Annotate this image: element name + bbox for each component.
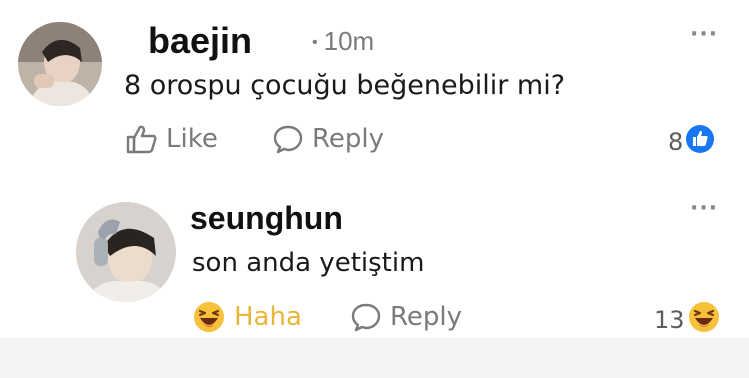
comment-seunghun: seunghun ··· son anda yetiştim Haha Repl… <box>0 180 749 338</box>
haha-label: Haha <box>234 302 302 332</box>
haha-reaction-button[interactable]: Haha <box>192 300 302 334</box>
bottom-strip <box>0 338 749 378</box>
username[interactable]: baejin <box>148 20 252 62</box>
avatar[interactable] <box>76 202 176 302</box>
speech-bubble-icon <box>350 302 382 332</box>
reaction-count[interactable]: 8 <box>668 124 715 160</box>
more-options-button[interactable]: ··· <box>690 24 718 46</box>
timestamp: • 10m <box>312 26 374 57</box>
comment-text: 8 orospu çocuğu beğenebilir mi? <box>124 70 566 101</box>
time-separator: • <box>312 34 318 52</box>
reply-label: Reply <box>390 302 463 332</box>
like-button[interactable]: Like <box>126 124 218 154</box>
speech-bubble-icon <box>272 124 304 154</box>
haha-emoji-icon <box>192 300 226 334</box>
reaction-count[interactable]: 13 <box>654 300 721 340</box>
haha-reaction-icon <box>687 300 721 340</box>
comment-text: son anda yetiştim <box>192 248 425 278</box>
like-reaction-icon <box>685 124 715 160</box>
avatar[interactable] <box>18 22 102 106</box>
like-label: Like <box>166 124 218 154</box>
time-value: 10m <box>323 26 375 56</box>
username[interactable]: seunghun <box>190 200 343 237</box>
reply-label: Reply <box>312 124 385 154</box>
reply-button[interactable]: Reply <box>350 302 462 332</box>
reaction-count-value: 13 <box>654 306 685 334</box>
more-options-button[interactable]: ··· <box>690 198 718 220</box>
reply-button[interactable]: Reply <box>272 124 384 154</box>
reaction-count-value: 8 <box>668 128 684 156</box>
thumbs-up-icon <box>126 124 158 154</box>
comment-baejin: baejin • 10m ··· 8 orospu çocuğu beğenebi… <box>0 0 749 180</box>
